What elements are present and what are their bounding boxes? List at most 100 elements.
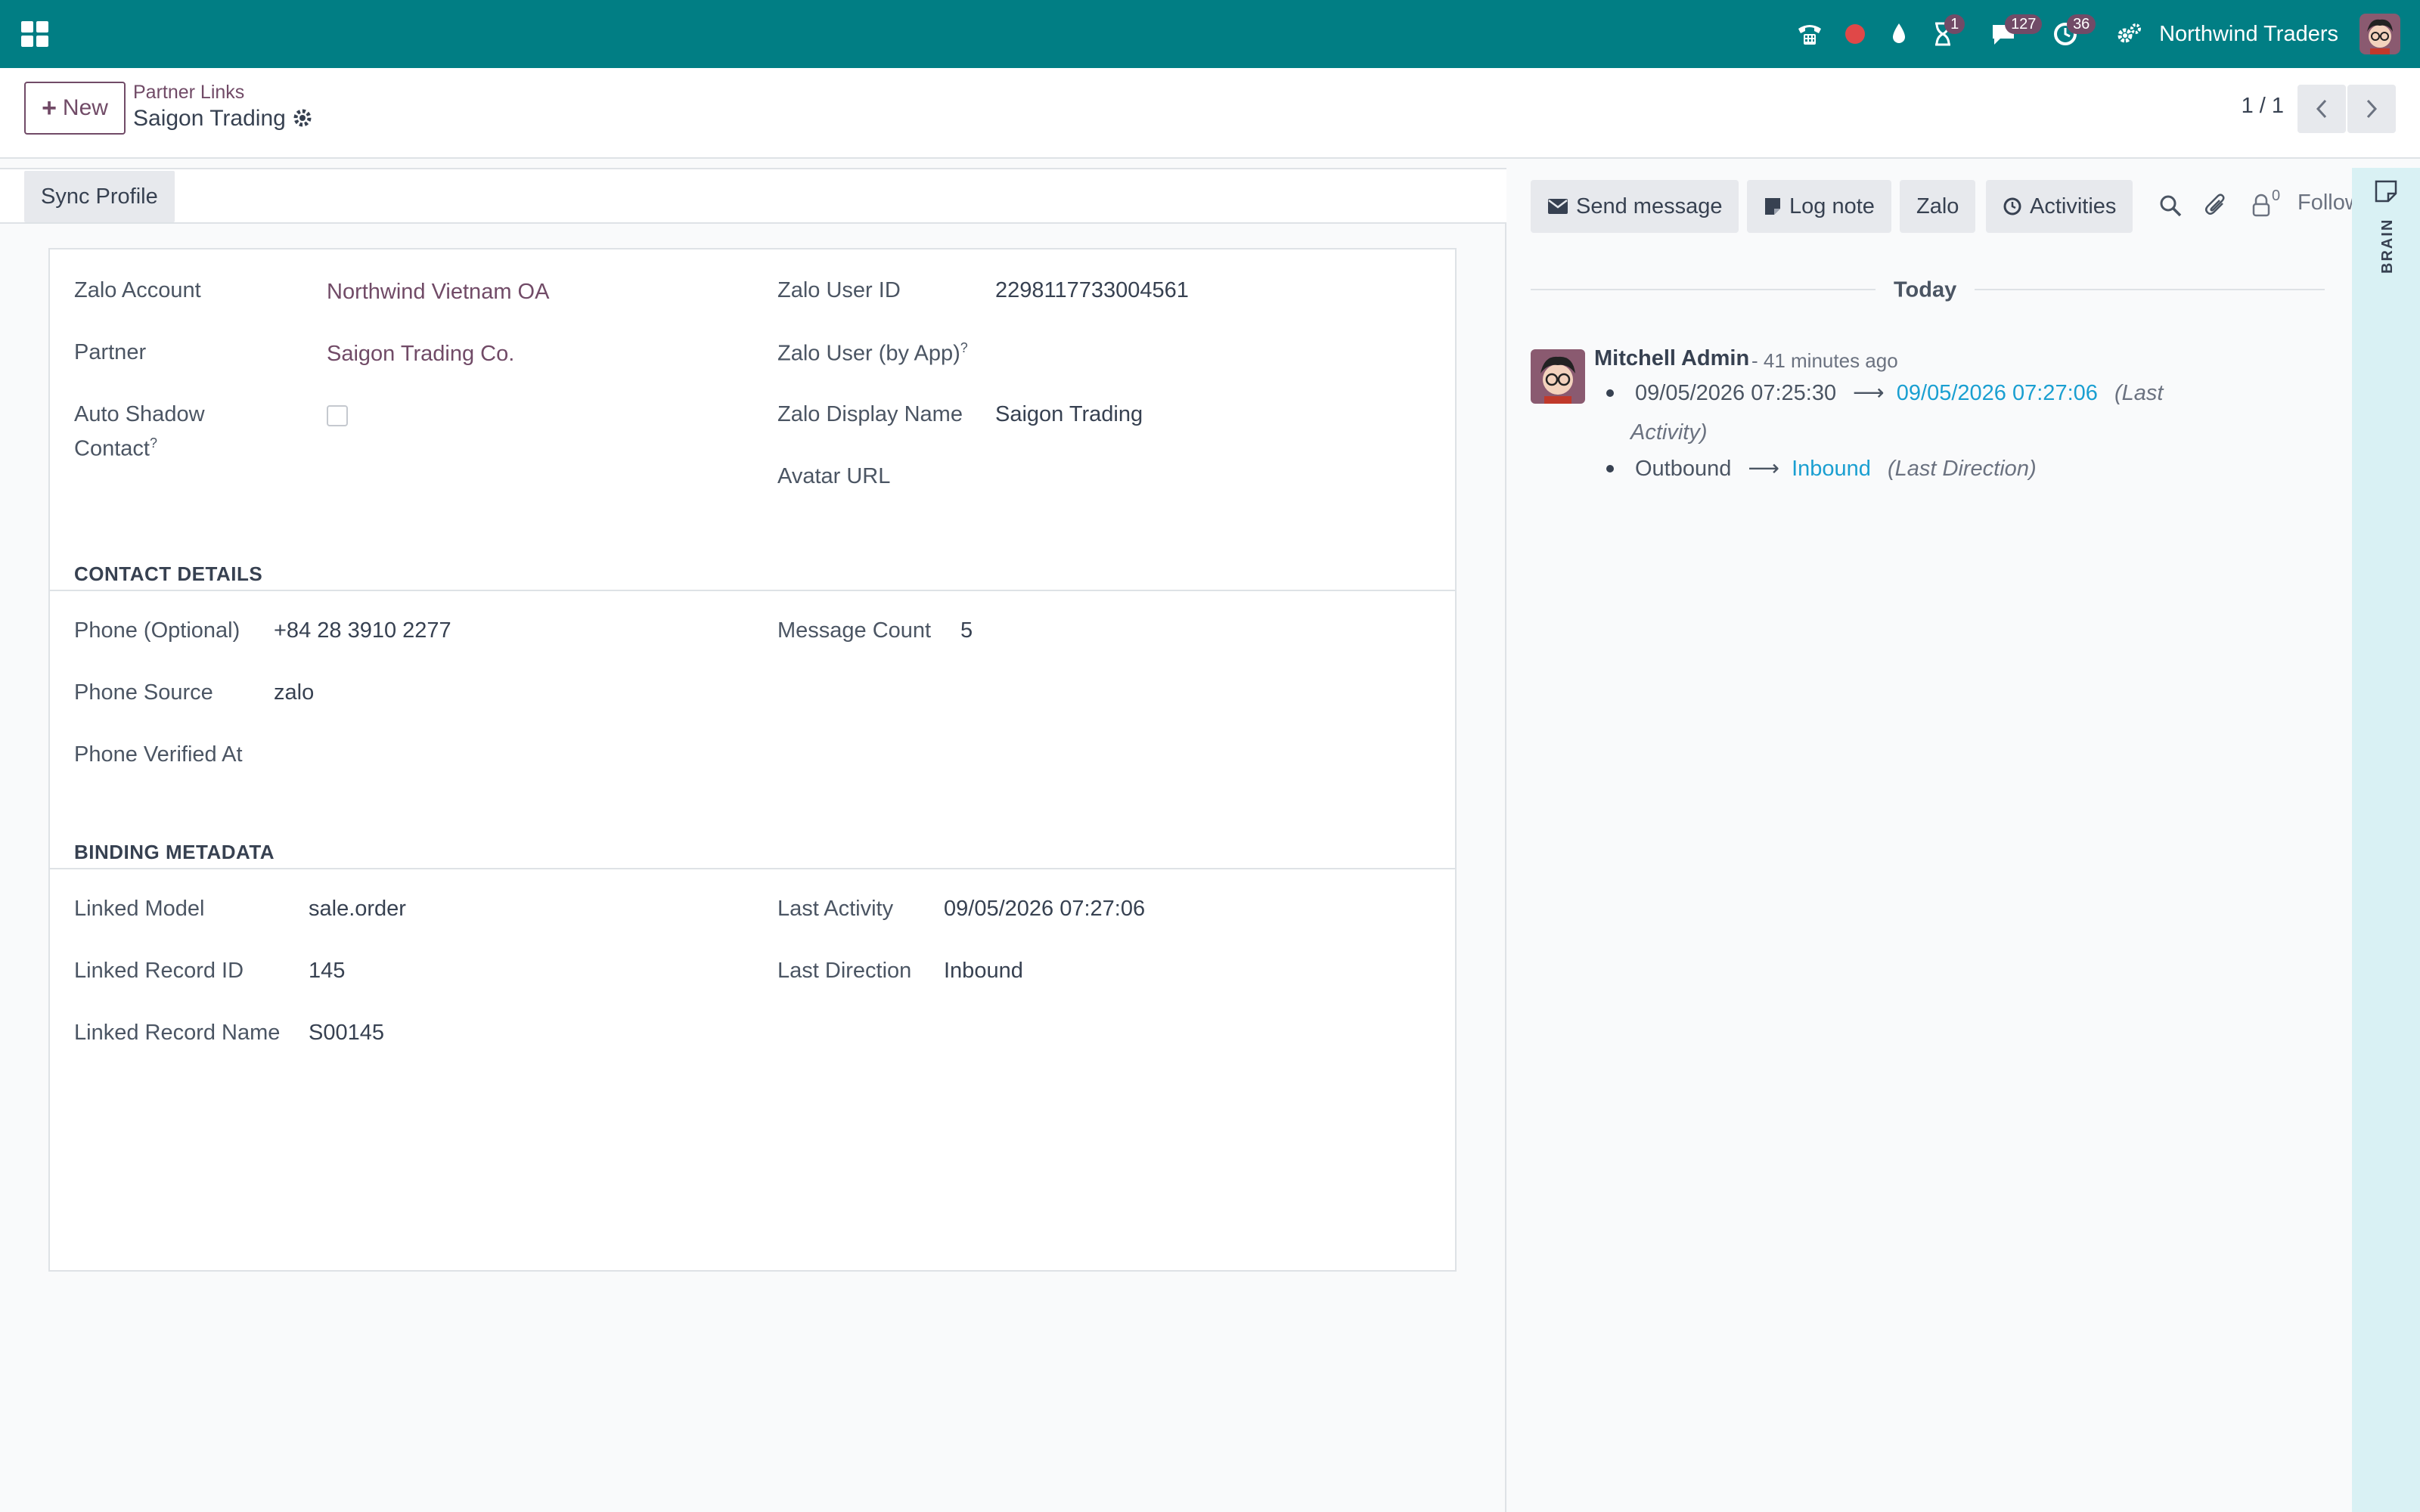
- control-panel: + New Partner Links Saigon Trading 1 / 1: [0, 68, 2420, 159]
- last-activity-label: Last Activity: [777, 897, 894, 921]
- arrow-right-icon: ⟶: [1748, 457, 1780, 481]
- activity-hourglass-icon[interactable]: 1: [1928, 14, 1965, 49]
- old-value: 09/05/2026 07:25:30: [1635, 381, 1837, 405]
- zalo-display-name-label: Zalo Display Name: [777, 402, 963, 426]
- tracked-field-name: (Last Direction): [1887, 457, 2037, 481]
- log-note-button[interactable]: Log note: [1747, 180, 1891, 233]
- company-switcher[interactable]: Northwind Traders: [2159, 22, 2338, 47]
- partner-label: Partner: [74, 340, 147, 364]
- clock-icon: [2003, 197, 2021, 215]
- tracking-change-line: 09/05/2026 07:25:30 ⟶ 09/05/2026 07:27:0…: [1635, 380, 2163, 406]
- message-author-avatar[interactable]: [1531, 349, 1585, 404]
- messages-icon[interactable]: 127: [1988, 14, 2043, 49]
- auto-shadow-label-line1: Auto Shadow: [74, 402, 205, 426]
- search-icon[interactable]: [2155, 191, 2186, 221]
- zalo-button[interactable]: Zalo: [1900, 180, 1976, 233]
- chatter-panel: Send message Log note Zalo Activities 0 …: [1508, 168, 2352, 1512]
- messages-badge: 127: [2005, 14, 2043, 34]
- form-view: Sync Profile Zalo Account Northwind Viet…: [0, 168, 1506, 1512]
- paperclip-icon[interactable]: [2201, 191, 2231, 221]
- contact-details-heading: CONTACT DETAILS: [74, 562, 263, 585]
- pager-next-button[interactable]: [2347, 85, 2396, 133]
- binding-metadata-heading: BINDING METADATA: [74, 841, 275, 863]
- phone-source-label: Phone Source: [74, 680, 213, 705]
- list-bullet: [1606, 465, 1614, 472]
- list-bullet: [1606, 389, 1614, 397]
- old-value: Outbound: [1635, 457, 1732, 481]
- date-separator-label: Today: [1876, 277, 1975, 303]
- auto-shadow-checkbox[interactable]: [327, 405, 348, 426]
- followers-lock-icon[interactable]: 0: [2246, 187, 2280, 221]
- zalo-account-label: Zalo Account: [74, 278, 201, 302]
- phone-field[interactable]: +84 28 3910 2277: [274, 618, 451, 643]
- linked-record-name-label: Linked Record Name: [74, 1021, 281, 1045]
- breadcrumb-parent-link[interactable]: Partner Links: [133, 82, 244, 104]
- message-count-field[interactable]: 5: [960, 618, 973, 643]
- send-message-button[interactable]: Send message: [1531, 180, 1739, 233]
- top-navbar: 1 127 36 Northwind Traders: [0, 0, 2420, 68]
- timer-badge: 36: [2067, 14, 2096, 34]
- pager-value[interactable]: 1 / 1: [2242, 94, 2284, 119]
- zalo-label: Zalo: [1916, 194, 1959, 218]
- sticky-note-icon[interactable]: [2373, 178, 2399, 208]
- zalo-user-by-app-label: Zalo User (by App)?: [777, 340, 968, 366]
- tracked-field-name: (Last: [2114, 381, 2164, 405]
- pager-previous-button[interactable]: [2297, 85, 2346, 133]
- section-divider: [50, 590, 1455, 591]
- partner-field[interactable]: Saigon Trading Co.: [327, 342, 514, 367]
- followers-count: 0: [2272, 187, 2281, 204]
- phone-verified-label: Phone Verified At: [74, 742, 243, 767]
- note-icon: [1765, 198, 1780, 215]
- last-direction-label: Last Direction: [777, 959, 912, 983]
- record-status-icon[interactable]: [1840, 19, 1870, 49]
- zalo-user-id-label: Zalo User ID: [777, 278, 901, 302]
- drop-icon[interactable]: [1884, 19, 1914, 49]
- plus-icon: +: [42, 93, 57, 122]
- record-actions-gear-icon[interactable]: [292, 107, 313, 132]
- sync-profile-button[interactable]: Sync Profile: [24, 171, 175, 222]
- zalo-account-field[interactable]: Northwind Vietnam OA: [327, 280, 549, 305]
- follow-button[interactable]: Follow: [2297, 191, 2352, 215]
- linked-record-id-field[interactable]: 145: [309, 959, 345, 984]
- linked-record-name-field[interactable]: S00145: [309, 1021, 384, 1046]
- zalo-user-by-app-help-icon[interactable]: ?: [960, 340, 968, 355]
- auto-shadow-help-icon[interactable]: ?: [150, 435, 157, 451]
- log-note-label: Log note: [1789, 194, 1875, 218]
- tracked-field-name-cont: Activity): [1630, 420, 1708, 445]
- auto-shadow-label-line2: Contact?: [74, 435, 157, 461]
- message-count-label: Message Count: [777, 618, 932, 643]
- zalo-display-name-field[interactable]: Saigon Trading: [995, 402, 1143, 427]
- new-button[interactable]: + New: [24, 82, 126, 135]
- new-value: 09/05/2026 07:27:06: [1896, 381, 2098, 405]
- avatar-url-label: Avatar URL: [777, 464, 891, 488]
- section-divider: [50, 868, 1455, 869]
- last-direction-field[interactable]: Inbound: [944, 959, 1023, 984]
- brain-sidebar-label: BRAIN: [2379, 218, 2396, 274]
- zalo-user-id-field[interactable]: 2298117733004561: [995, 278, 1189, 303]
- phone-label: Phone (Optional): [74, 618, 240, 643]
- phone-icon[interactable]: [1795, 19, 1825, 49]
- settings-gears-icon[interactable]: [2114, 19, 2144, 49]
- breadcrumb-current: Saigon Trading: [133, 106, 286, 131]
- form-sheet: Zalo Account Northwind Vietnam OA Partne…: [48, 248, 1457, 1272]
- apps-menu-icon[interactable]: [21, 21, 48, 47]
- message-author[interactable]: Mitchell Admin: [1594, 346, 1749, 371]
- user-avatar[interactable]: [2360, 14, 2400, 54]
- message-timestamp: - 41 minutes ago: [1751, 349, 1898, 372]
- activities-button[interactable]: Activities: [1986, 180, 2133, 233]
- send-message-label: Send message: [1576, 194, 1723, 218]
- arrow-right-icon: ⟶: [1853, 381, 1885, 405]
- last-activity-field[interactable]: 09/05/2026 07:27:06: [944, 897, 1145, 922]
- new-value: Inbound: [1792, 457, 1871, 481]
- form-statusbar: Sync Profile: [0, 168, 1506, 224]
- tracking-change-line: Outbound ⟶ Inbound (Last Direction): [1635, 455, 2037, 482]
- linked-model-field[interactable]: sale.order: [309, 897, 406, 922]
- new-button-label: New: [62, 95, 108, 120]
- linked-record-id-label: Linked Record ID: [74, 959, 244, 983]
- activities-label: Activities: [2030, 194, 2117, 218]
- clock-icon[interactable]: 36: [2050, 14, 2096, 49]
- navbar-systray: 1 127 36 Northwind Traders: [1795, 0, 2420, 68]
- activity-badge: 1: [1944, 14, 1965, 34]
- brain-sidebar[interactable]: [2352, 168, 2420, 1512]
- phone-source-field[interactable]: zalo: [274, 680, 314, 705]
